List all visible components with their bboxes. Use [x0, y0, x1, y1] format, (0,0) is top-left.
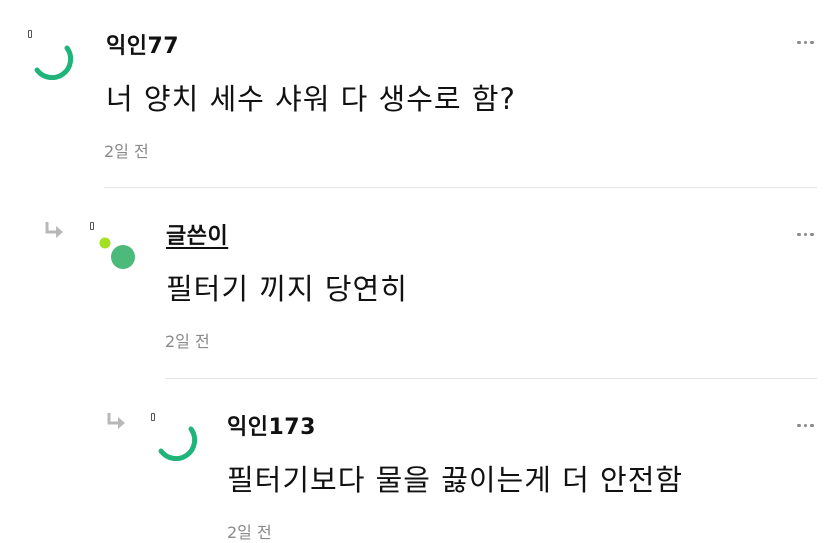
- avatar-op-icon: [99, 237, 135, 269]
- more-options-button[interactable]: [797, 224, 819, 237]
- comment-text: 너 양치 세수 샤워 다 생수로 함?: [106, 82, 516, 116]
- more-dots-icon: [797, 40, 801, 45]
- avatar-anonymous-icon: [158, 426, 197, 461]
- comment-time: 2일 전: [104, 142, 149, 161]
- comment-author[interactable]: 익인77: [106, 28, 179, 60]
- divider: [104, 187, 817, 188]
- reply-arrow-icon: [107, 413, 125, 429]
- comment-text: 필터기보다 물을 끓이는게 더 안전함: [227, 463, 684, 497]
- avatar-anonymous-icon: [34, 45, 73, 80]
- comment-time: 2일 전: [227, 523, 272, 542]
- indicator-icon: [28, 30, 32, 38]
- reply-arrow-icon: [45, 222, 63, 238]
- more-dots-icon: [797, 232, 801, 237]
- comment-author[interactable]: 익인173: [227, 409, 316, 441]
- comment-author-op[interactable]: 글쓴이: [166, 218, 228, 250]
- divider: [165, 378, 817, 379]
- comment-text: 필터기 끼지 당연히: [166, 272, 408, 306]
- more-options-button[interactable]: [797, 32, 819, 45]
- reply-comment: 익인173 필터기보다 물을 끓이는게 더 안전함 2일 전: [0, 381, 835, 543]
- comment-time: 2일 전: [165, 332, 210, 351]
- more-options-button[interactable]: [797, 415, 819, 428]
- comment: 익인77 너 양치 세수 샤워 다 생수로 함? 2일 전: [0, 0, 835, 188]
- indicator-icon: [90, 222, 94, 230]
- indicator-icon: [151, 413, 155, 421]
- more-dots-icon: [797, 423, 801, 428]
- reply-comment: 글쓴이 필터기 끼지 당연히 2일 전: [0, 190, 835, 378]
